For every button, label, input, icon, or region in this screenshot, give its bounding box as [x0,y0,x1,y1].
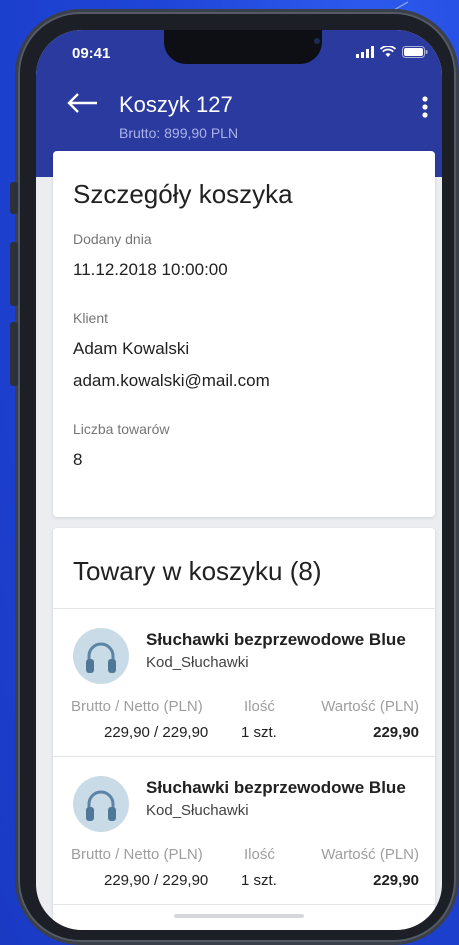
headphones-icon [86,642,116,673]
side-button-volume-up [10,242,18,306]
client-name: Adam Kowalski [73,339,190,358]
added-date-label: Dodany dnia [73,231,152,247]
item-name: Słuchawki bezprzewodowe Blue [146,630,406,649]
quantity-label: Ilość [244,698,275,715]
back-arrow-icon [67,93,97,113]
client-email: adam.kowalski@mail.com [73,371,270,390]
client-label: Klient [73,310,109,326]
item-code: Kod_Słuchawki [146,802,249,819]
product-thumbnail [73,776,129,832]
item-count-value: 8 [73,450,83,469]
price-label: Brutto / Netto (PLN) [71,846,203,863]
item-count-label: Liczba towarów [73,421,170,437]
item-code: Kod_Słuchawki [146,654,249,671]
total-value: 229,90 [373,872,419,889]
cart-item[interactable]: Słuchawki bezprzewodowe Blue Kod_Słuchaw… [53,608,435,756]
more-menu-button[interactable] [422,96,428,123]
side-button-mute [10,182,18,214]
added-date-value: 11.12.2018 10:00:00 [73,260,228,279]
wifi-icon [380,46,396,57]
items-title: Towary w koszyku (8) [73,556,322,586]
quantity-value: 1 szt. [241,872,277,889]
cart-details-card: Szczegóły koszyka Dodany dnia 11.12.2018… [53,151,435,517]
item-name: Słuchawki bezprzewodowe Blue [146,778,406,797]
page-title: Koszyk 127 [119,92,233,117]
price-label: Brutto / Netto (PLN) [71,698,203,715]
cart-items-card: Towary w koszyku (8) Słuchawki bezprzewo… [53,528,435,930]
total-value: 229,90 [373,724,419,741]
home-indicator [174,914,304,918]
back-button[interactable] [66,92,98,119]
notch [164,30,322,64]
status-time: 09:41 [72,45,111,62]
divider [53,904,435,905]
total-label: Wartość (PLN) [321,698,419,715]
quantity-value: 1 szt. [241,724,277,741]
quantity-label: Ilość [244,846,275,863]
cart-item[interactable]: Słuchawki bezprzewodowe Blue Kod_Słuchaw… [53,756,435,904]
product-thumbnail [73,628,129,684]
more-vert-icon [422,96,428,118]
status-icons [356,46,428,58]
price-value: 229,90 / 229,90 [104,872,209,889]
side-button-volume-down [10,322,18,386]
details-title: Szczegóły koszyka [73,179,293,209]
signal-icon [356,46,374,58]
headphones-icon [86,790,116,821]
price-value: 229,90 / 229,90 [104,724,209,741]
page-subtitle: Brutto: 899,90 PLN [119,125,239,141]
total-label: Wartość (PLN) [321,846,419,863]
battery-icon [402,46,428,58]
phone-screen: 09:41 Koszyk 127 Brutto: 899,90 PLN Szcz… [36,30,442,930]
camera [314,38,320,44]
